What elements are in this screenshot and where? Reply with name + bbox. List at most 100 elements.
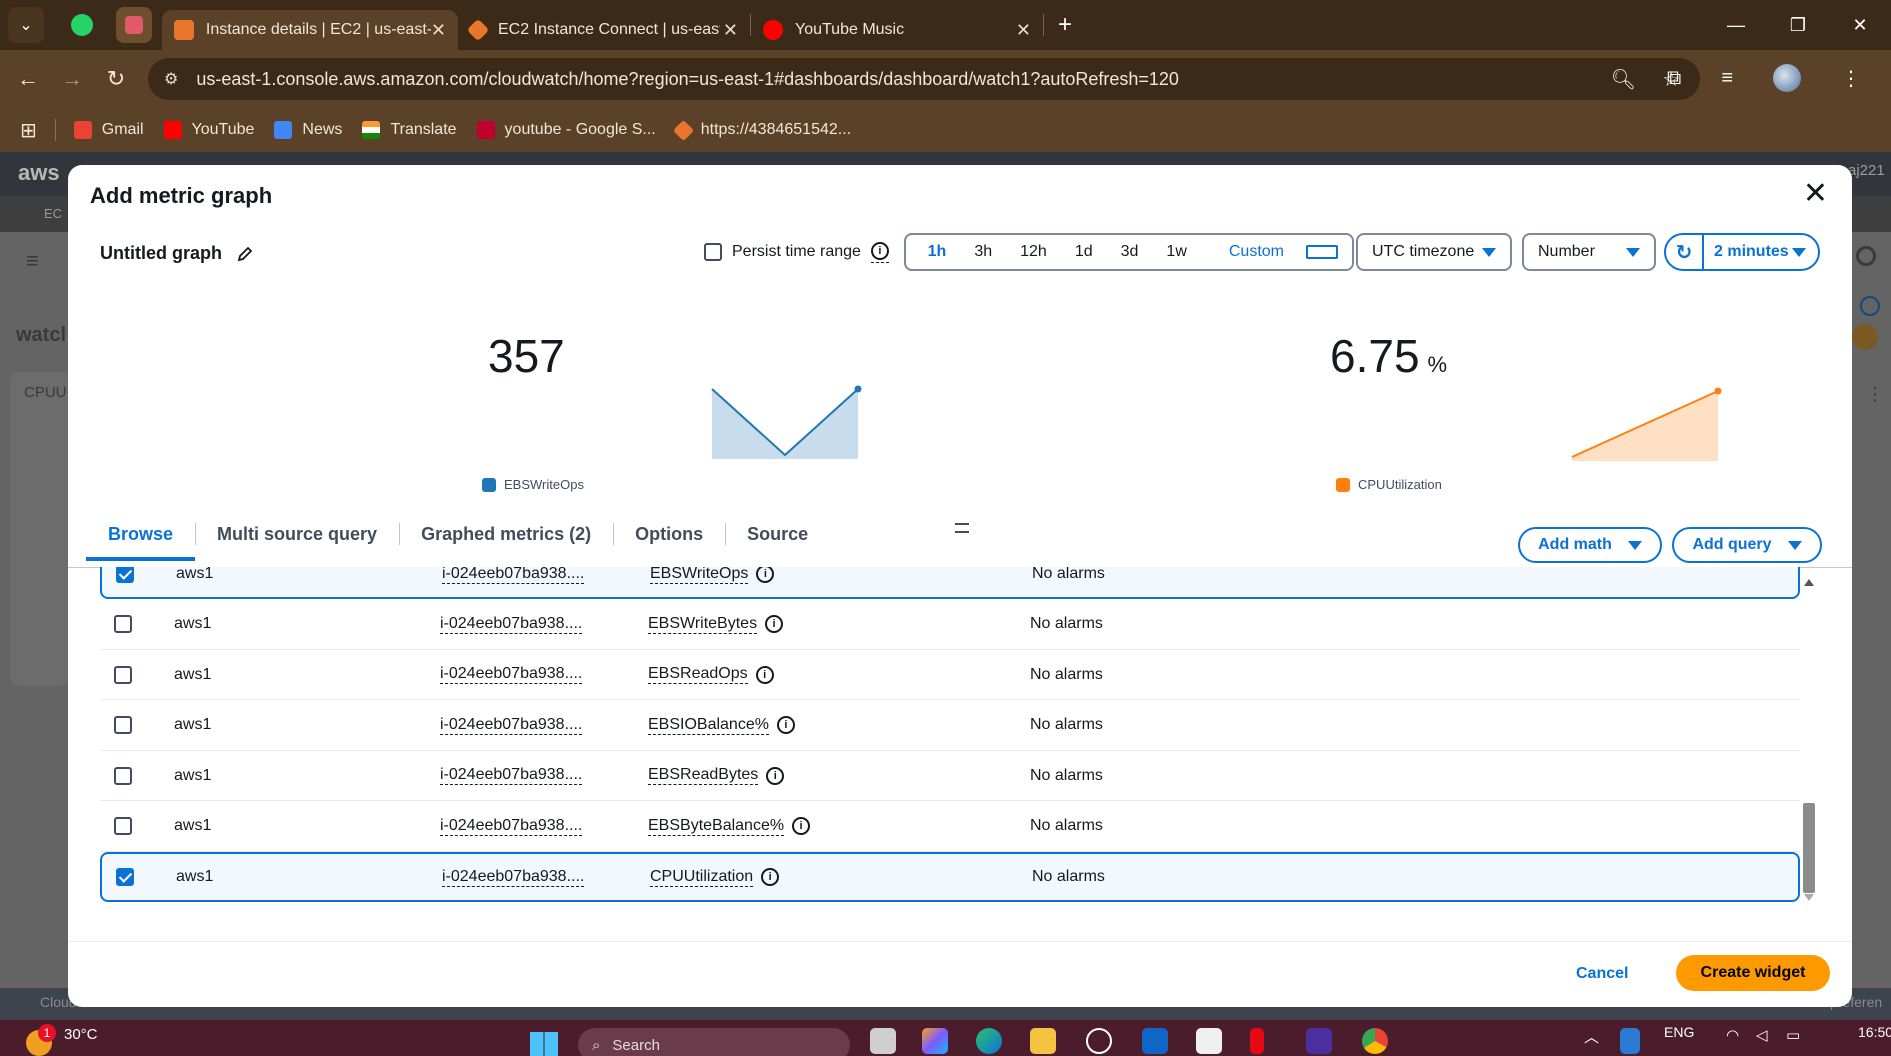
reload-icon[interactable]: ↻ — [94, 66, 138, 92]
refresh-interval-select[interactable]: 2 minutes — [1704, 243, 1818, 261]
add-math-button[interactable]: Add math — [1518, 527, 1662, 563]
tab-graphed-metrics[interactable]: Graphed metrics (2) — [399, 513, 613, 555]
site-info-icon[interactable]: ⚙ — [164, 69, 178, 89]
dell-icon[interactable] — [1086, 1028, 1112, 1054]
custom-range-button[interactable]: Custom — [1201, 243, 1352, 261]
language-indicator[interactable]: ENG — [1664, 1024, 1694, 1040]
scroll-thumb[interactable] — [1803, 803, 1815, 893]
metric-name[interactable]: EBSWriteBytes — [648, 615, 758, 634]
windows-start-icon[interactable] — [530, 1032, 558, 1056]
chrome-icon[interactable] — [1362, 1028, 1388, 1054]
tab-browse[interactable]: Browse — [86, 513, 196, 561]
scroll-down-icon[interactable] — [1804, 894, 1814, 901]
weather-temp[interactable]: 30°C — [64, 1026, 98, 1043]
table-row[interactable]: aws1 i-024eeb07ba938.... EBSWriteOps i No al… — [100, 567, 1800, 599]
security-icon[interactable] — [1620, 1028, 1640, 1054]
close-tab-icon[interactable]: ✕ — [431, 20, 446, 41]
range-3d[interactable]: 3d — [1107, 243, 1153, 261]
info-icon[interactable]: i — [792, 817, 811, 835]
url-field[interactable]: ⚙ us-east-1.console.aws.amazon.com/cloud… — [148, 58, 1700, 100]
info-icon[interactable]: i — [776, 716, 795, 734]
instance-id-link[interactable]: i-024eeb07ba938.... — [440, 665, 583, 684]
bookmark-translate[interactable]: Translate — [362, 121, 457, 139]
metric-name[interactable]: EBSWriteOps — [650, 567, 749, 584]
instance-id-link[interactable]: i-024eeb07ba938.... — [440, 766, 583, 785]
table-row[interactable]: aws1 i-024eeb07ba938.... EBSByteBalance% i N… — [100, 802, 1800, 852]
metric-name[interactable]: EBSReadOps — [648, 665, 748, 684]
menu-icon[interactable]: ⋮ — [1841, 66, 1861, 91]
bookmark-youtube-google[interactable]: youtube - Google S... — [476, 121, 656, 139]
info-icon[interactable]: i — [756, 567, 775, 583]
pencil-icon[interactable] — [236, 245, 254, 263]
persist-checkbox[interactable] — [704, 243, 722, 261]
back-icon[interactable]: ← — [6, 66, 50, 92]
metric-name[interactable]: CPUUtilization — [650, 868, 754, 887]
edge-icon[interactable] — [976, 1028, 1002, 1054]
row-checkbox[interactable] — [114, 817, 132, 835]
minimize-icon[interactable]: — — [1705, 15, 1767, 36]
add-query-button[interactable]: Add query — [1672, 527, 1822, 563]
resize-handle-icon[interactable] — [955, 523, 969, 533]
row-checkbox[interactable] — [114, 766, 132, 785]
table-row[interactable]: aws1 i-024eeb07ba938.... EBSIOBalance% i No … — [100, 701, 1800, 751]
new-tab-button[interactable]: + — [1058, 11, 1072, 39]
taskbar-search[interactable]: ⌕ Search — [578, 1028, 850, 1056]
info-icon[interactable]: i — [766, 766, 785, 785]
info-icon[interactable]: i — [761, 868, 780, 886]
display-format-select[interactable]: Number — [1522, 233, 1656, 271]
volume-icon[interactable]: ◁ — [1756, 1026, 1768, 1044]
bookmark-news[interactable]: News — [274, 121, 342, 139]
tab-multi-source-query[interactable]: Multi source query — [195, 513, 399, 555]
close-tab-icon[interactable]: ✕ — [1016, 20, 1031, 41]
table-row[interactable]: aws1 i-024eeb07ba938.... CPUUtilization i No… — [100, 852, 1800, 902]
tray-chevron-icon[interactable]: ︿ — [1584, 1026, 1599, 1047]
clock[interactable]: 16:50 — [1858, 1024, 1891, 1040]
table-row[interactable]: aws1 i-024eeb07ba938.... EBSReadBytes i No a… — [100, 751, 1800, 801]
scroll-up-icon[interactable] — [1804, 579, 1814, 586]
instance-id-link[interactable]: i-024eeb07ba938.... — [442, 567, 585, 584]
instance-id-link[interactable]: i-024eeb07ba938.... — [442, 868, 585, 887]
whatsapp-icon[interactable] — [64, 7, 100, 43]
bookmark-aws-url[interactable]: https://4384651542... — [672, 119, 851, 141]
range-12h[interactable]: 12h — [1006, 243, 1061, 261]
copilot-icon[interactable] — [922, 1028, 948, 1054]
profile-avatar[interactable] — [1773, 64, 1801, 92]
close-tab-icon[interactable]: ✕ — [723, 20, 738, 41]
range-1h[interactable]: 1h — [914, 243, 961, 261]
tab-youtube-music[interactable]: YouTube Music ✕ — [751, 10, 1043, 50]
zoom-icon[interactable]: 🔍︎ — [1611, 67, 1636, 92]
range-1d[interactable]: 1d — [1061, 243, 1107, 261]
tab-options[interactable]: Options — [613, 513, 725, 555]
create-widget-button[interactable]: Create widget — [1676, 955, 1830, 991]
wifi-icon[interactable]: ◠ — [1726, 1026, 1739, 1044]
battery-icon[interactable]: ▭ — [1786, 1026, 1800, 1044]
apps-grid-icon[interactable]: ⊞ — [20, 118, 37, 143]
range-1w[interactable]: 1w — [1152, 243, 1200, 261]
table-row[interactable]: aws1 i-024eeb07ba938.... EBSReadOps i No ala… — [100, 650, 1800, 700]
pinned-tab-icon[interactable] — [116, 7, 152, 43]
persist-time-range[interactable]: Persist time range i — [704, 241, 889, 263]
tab-search-button[interactable]: ⌄ — [8, 7, 44, 43]
outlook-icon[interactable] — [1142, 1028, 1168, 1054]
amazon-music-icon[interactable] — [1306, 1028, 1332, 1054]
close-window-icon[interactable]: ✕ — [1829, 15, 1891, 36]
forward-icon[interactable]: → — [50, 66, 94, 92]
row-checkbox[interactable] — [116, 868, 134, 886]
refresh-icon[interactable]: ↻ — [1666, 235, 1704, 269]
cancel-button[interactable]: Cancel — [1576, 965, 1628, 983]
task-view-icon[interactable] — [870, 1028, 896, 1054]
info-icon[interactable]: i — [870, 242, 889, 260]
instance-id-link[interactable]: i-024eeb07ba938.... — [440, 716, 583, 735]
row-checkbox[interactable] — [114, 716, 132, 734]
close-icon[interactable]: ✕ — [1803, 179, 1828, 209]
row-checkbox[interactable] — [114, 615, 132, 633]
table-row[interactable]: aws1 i-024eeb07ba938.... EBSWriteBytes i No … — [100, 600, 1800, 650]
store-icon[interactable] — [1196, 1028, 1222, 1054]
info-icon[interactable]: i — [765, 615, 784, 633]
extensions-icon[interactable]: ⧉ — [1667, 67, 1681, 90]
bookmark-youtube[interactable]: YouTube — [163, 121, 254, 139]
file-explorer-icon[interactable] — [1030, 1028, 1056, 1054]
info-icon[interactable]: i — [755, 665, 774, 684]
tab-instance-details[interactable]: Instance details | EC2 | us-east- ✕ — [162, 10, 458, 50]
metric-name[interactable]: EBSIOBalance% — [648, 716, 769, 735]
